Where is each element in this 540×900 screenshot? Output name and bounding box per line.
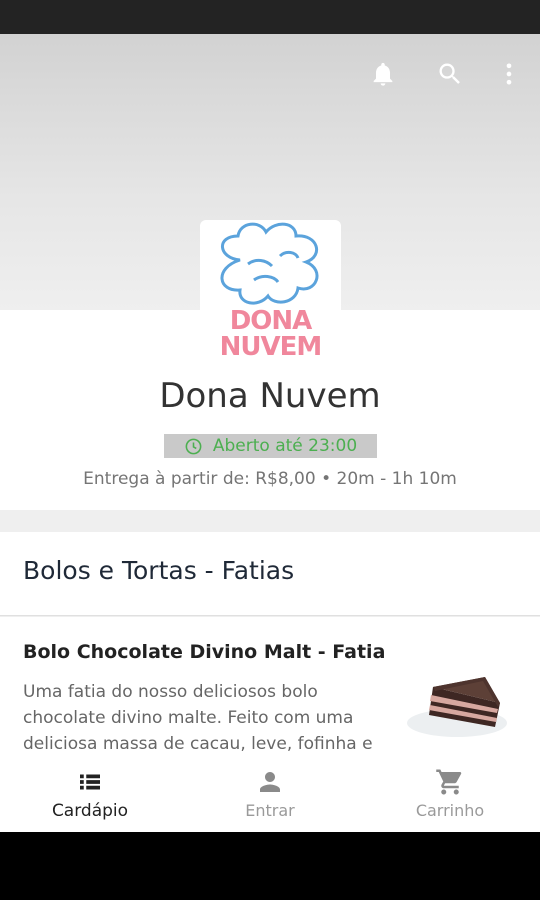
person-icon [260, 772, 280, 792]
bell-icon [373, 62, 393, 86]
delivery-info: Entrega à partir de: R$8,00 • 20m - 1h 1… [83, 469, 457, 489]
nav-tab-login-label: Entrar [245, 801, 295, 820]
system-navigation-area [0, 832, 540, 900]
bottom-navigation: Cardápio Entrar Carrinho [0, 757, 540, 832]
store-name: Dona Nuvem [159, 376, 381, 416]
app-screen: DONA NUVEM Dona Nuvem Aberto até 23:00 E… [0, 34, 540, 832]
store-logo: DONA NUVEM [200, 220, 341, 368]
more-options-button[interactable] [491, 56, 527, 92]
menu-section-header: Bolos e Tortas - Fatias [0, 532, 540, 616]
nav-tab-cart-label: Carrinho [415, 801, 485, 820]
more-vertical-icon [506, 63, 512, 85]
nav-tab-cart[interactable]: Carrinho [360, 757, 540, 832]
cart-icon [436, 769, 462, 795]
notifications-button[interactable] [365, 56, 401, 92]
section-title: Bolos e Tortas - Fatias [23, 556, 295, 585]
nav-tab-login[interactable]: Entrar [180, 757, 360, 832]
product-description: Uma fatia do nosso deliciosos bolo choco… [23, 682, 373, 754]
menu-list-icon [80, 774, 100, 790]
product-name: Bolo Chocolate Divino Malt - Fatia [23, 641, 386, 663]
product-image [407, 677, 507, 737]
nav-tab-menu[interactable]: Cardápio [0, 757, 180, 832]
system-status-bar [0, 0, 540, 34]
opening-hours-text: Aberto até 23:00 [212, 436, 358, 456]
search-icon [439, 63, 460, 84]
clock-icon [185, 438, 202, 454]
search-button[interactable] [432, 56, 468, 92]
logo-text-line2: NUVEM [219, 332, 323, 362]
nav-tab-menu-label: Cardápio [51, 801, 129, 821]
opening-hours-badge: Aberto até 23:00 [164, 434, 377, 458]
cloud-logo-icon [220, 222, 319, 305]
product-item[interactable]: Bolo Chocolate Divino Malt - Fatia Uma f… [0, 617, 540, 767]
